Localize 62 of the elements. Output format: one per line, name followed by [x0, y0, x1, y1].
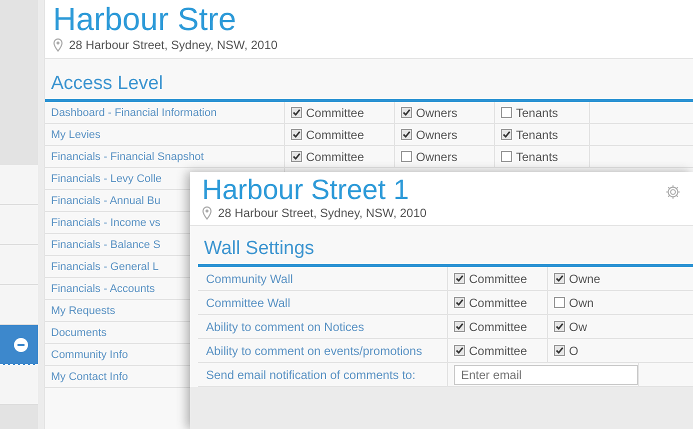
checkbox-label: Owners	[416, 128, 458, 142]
checkbox[interactable]	[554, 321, 565, 332]
checkbox-label: Owners	[416, 106, 458, 120]
checkbox[interactable]	[291, 107, 302, 118]
access-item-link[interactable]: My Levies	[51, 128, 101, 140]
access-item-link[interactable]: Financials - Income vs	[51, 216, 160, 228]
checkbox-label: Committee	[469, 320, 528, 334]
access-item-link[interactable]: Financials - Financial Snapshot	[51, 150, 204, 162]
checkbox-label: Committee	[469, 272, 528, 286]
setting-label: Ability to comment on Notices	[206, 320, 364, 334]
access-item-link[interactable]: My Contact Info	[51, 370, 128, 382]
checkbox[interactable]	[454, 345, 465, 356]
checkbox-label: Owners	[416, 150, 458, 164]
checkbox[interactable]	[554, 297, 565, 308]
checkbox-label: Committee	[469, 296, 528, 310]
checkbox-label: Committee	[469, 344, 528, 358]
checkbox[interactable]	[501, 129, 512, 140]
location-pin-icon	[202, 206, 212, 220]
checkbox[interactable]	[501, 151, 512, 162]
checkbox-label: Tenants	[516, 128, 558, 142]
checkbox-label: Own	[569, 296, 594, 310]
setting-label: Ability to comment on events/promotions	[206, 344, 422, 358]
checkbox[interactable]	[454, 297, 465, 308]
access-item-link[interactable]: Dashboard - Financial Information	[51, 106, 217, 118]
checkbox[interactable]	[291, 151, 302, 162]
checkbox-label: Owne	[569, 272, 600, 286]
checkbox[interactable]	[401, 151, 412, 162]
property-address: 28 Harbour Street, Sydney, NSW, 2010	[69, 38, 278, 52]
email-field[interactable]: Enter email	[454, 364, 638, 384]
checkbox-label: Committee	[306, 150, 364, 164]
collapse-icon	[14, 338, 28, 352]
setting-label: Committee Wall	[206, 296, 290, 310]
checkbox[interactable]	[401, 129, 412, 140]
checkbox[interactable]	[401, 107, 412, 118]
checkbox[interactable]	[291, 129, 302, 140]
checkbox[interactable]	[554, 345, 565, 356]
checkbox[interactable]	[454, 273, 465, 284]
section-heading: Access Level	[51, 73, 163, 94]
checkbox-label: Tenants	[516, 150, 558, 164]
section-heading: Wall Settings	[204, 238, 314, 259]
access-item-link[interactable]: Financials - General L	[51, 260, 159, 272]
setting-label: Send email notification of comments to:	[206, 368, 416, 382]
access-item-link[interactable]: Financials - Accounts	[51, 282, 155, 294]
access-item-link[interactable]: Financials - Balance S	[51, 238, 160, 250]
checkbox-label: Ow	[569, 320, 587, 334]
access-item-link[interactable]: Financials - Levy Colle	[51, 172, 162, 184]
location-pin-icon	[53, 38, 63, 52]
property-title: Harbour Stre	[53, 1, 236, 37]
setting-label: Community Wall	[206, 272, 293, 286]
access-item-link[interactable]: Community Info	[51, 348, 128, 360]
checkbox[interactable]	[501, 107, 512, 118]
checkbox[interactable]	[554, 273, 565, 284]
access-item-link[interactable]: Financials - Annual Bu	[51, 194, 160, 206]
checkbox[interactable]	[454, 321, 465, 332]
access-item-link[interactable]: Documents	[51, 326, 107, 338]
checkbox-label: Committee	[306, 106, 364, 120]
checkbox-label: Committee	[306, 128, 364, 142]
checkbox-label: Tenants	[516, 106, 558, 120]
access-item-link[interactable]: My Requests	[51, 304, 116, 316]
checkbox-label: O	[569, 344, 578, 358]
property-address: 28 Harbour Street, Sydney, NSW, 2010	[218, 206, 427, 220]
property-title: Harbour Street 1	[202, 174, 409, 205]
